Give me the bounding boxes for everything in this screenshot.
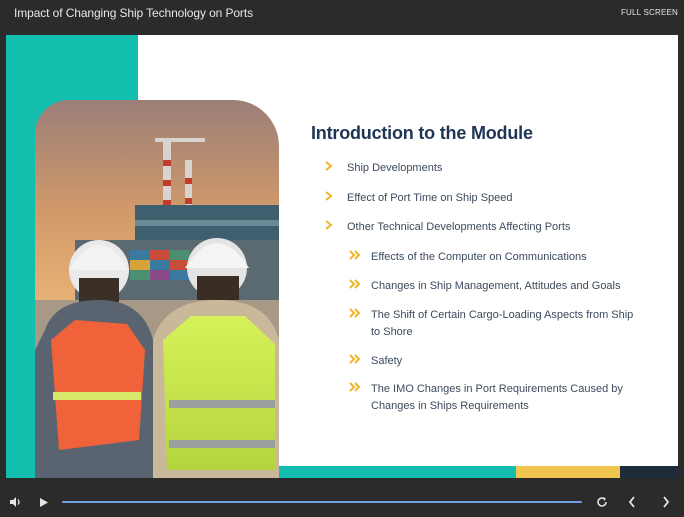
subtopic-item-label: Safety	[371, 355, 403, 367]
subtopic-item: Effects of the Computer on Communication…	[349, 249, 639, 266]
subtopic-item-label: Effects of the Computer on Communication…	[371, 251, 587, 263]
double-chevron-right-icon	[349, 250, 371, 260]
topic-item-label: Effect of Port Time on Ship Speed	[347, 192, 513, 204]
topic-item: Other Technical Developments Affecting P…	[325, 219, 570, 236]
subtopic-item: Safety	[349, 353, 639, 370]
slide-canvas: Introduction to the Module Ship Developm…	[6, 35, 678, 478]
module-topics-list: Ship Developments Effect of Port Time on…	[6, 35, 678, 478]
fullscreen-button[interactable]: FULL SCREEN	[621, 8, 678, 17]
progress-bar[interactable]	[62, 501, 582, 503]
volume-icon[interactable]	[8, 494, 24, 510]
topic-item-label: Other Technical Developments Affecting P…	[347, 221, 571, 233]
chevron-right-icon	[325, 161, 347, 171]
subtopic-item-label: The Shift of Certain Cargo-Loading Aspec…	[371, 309, 634, 338]
play-icon[interactable]	[36, 494, 52, 510]
chevron-right-icon	[325, 220, 347, 230]
double-chevron-right-icon	[349, 279, 371, 289]
top-bar: Impact of Changing Ship Technology on Po…	[0, 0, 684, 34]
topic-item-label: Ship Developments	[347, 162, 443, 174]
next-icon[interactable]	[658, 494, 674, 510]
chevron-right-icon	[325, 191, 347, 201]
replay-icon[interactable]	[594, 494, 610, 510]
double-chevron-right-icon	[349, 382, 371, 392]
previous-icon[interactable]	[624, 494, 640, 510]
subtopic-item-label: Changes in Ship Management, Attitudes an…	[371, 280, 621, 292]
course-title: Impact of Changing Ship Technology on Po…	[14, 6, 253, 20]
player-controls	[0, 486, 684, 517]
double-chevron-right-icon	[349, 354, 371, 364]
subtopic-item: The Shift of Certain Cargo-Loading Aspec…	[349, 307, 641, 341]
topic-item: Ship Developments	[325, 160, 442, 177]
double-chevron-right-icon	[349, 308, 371, 318]
subtopic-item: Changes in Ship Management, Attitudes an…	[349, 278, 639, 295]
topic-item: Effect of Port Time on Ship Speed	[325, 190, 513, 207]
subtopic-item: The IMO Changes in Port Requirements Cau…	[349, 381, 629, 415]
subtopic-item-label: The IMO Changes in Port Requirements Cau…	[371, 383, 623, 412]
